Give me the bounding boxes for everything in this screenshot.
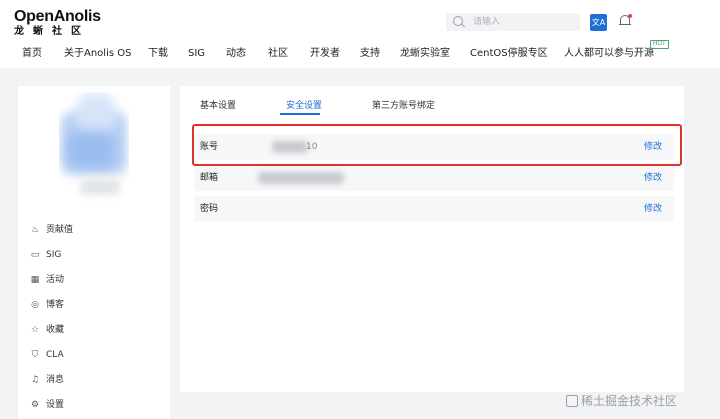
settings-tabs: 基本设置 安全设置 第三方账号绑定 bbox=[180, 86, 684, 116]
email-edit-link[interactable]: 修改 bbox=[644, 165, 662, 191]
nav-lab[interactable]: 龙蜥实验室 bbox=[400, 44, 450, 64]
tab-security-settings[interactable]: 安全设置 bbox=[286, 98, 322, 111]
calendar-icon: ▦ bbox=[30, 275, 40, 285]
watermark: 稀土掘金技术社区 bbox=[566, 392, 677, 409]
logo-text: OpenAnolis bbox=[14, 8, 101, 25]
notification-dot bbox=[628, 14, 632, 18]
nav-home[interactable]: 首页 bbox=[22, 44, 42, 64]
nav-developer[interactable]: 开发者 bbox=[310, 44, 340, 64]
tab-basic-settings[interactable]: 基本设置 bbox=[200, 98, 236, 111]
nav-community[interactable]: 社区 bbox=[268, 44, 288, 64]
sidebar-item-events[interactable]: ▦ 活动 bbox=[30, 272, 160, 288]
main-nav: 首页 关于Anolis OS 下载 SIG 动态 社区 开发者 支持 龙蜥实验室… bbox=[0, 44, 720, 64]
sidebar-item-cla[interactable]: ⛉ CLA bbox=[30, 347, 160, 363]
account-row-highlight-box bbox=[192, 124, 682, 166]
password-row: 密码 修改 bbox=[194, 196, 674, 222]
username-blurred bbox=[80, 179, 120, 195]
site-logo[interactable]: OpenAnolis 龙蜥社区 bbox=[14, 8, 101, 38]
user-sidebar: ♨ 贡献值 ▭ SIG ▦ 活动 ◎ 博客 ☆ 收藏 ⛉ CLA ♫ 消息 ⚙ bbox=[18, 86, 170, 419]
nav-support[interactable]: 支持 bbox=[360, 44, 380, 64]
search-icon bbox=[453, 16, 463, 26]
sidebar-item-favorites[interactable]: ☆ 收藏 bbox=[30, 322, 160, 338]
logo-subtitle: 龙蜥社区 bbox=[14, 26, 90, 37]
tab-third-party-binding[interactable]: 第三方账号绑定 bbox=[372, 98, 435, 111]
search-box[interactable] bbox=[446, 13, 580, 31]
nav-download[interactable]: 下载 bbox=[148, 44, 168, 64]
star-icon: ☆ bbox=[30, 325, 40, 335]
sidebar-item-contribution[interactable]: ♨ 贡献值 bbox=[30, 222, 160, 238]
juejin-logo-icon bbox=[566, 395, 578, 407]
password-label: 密码 bbox=[200, 204, 219, 214]
sidebar-item-settings[interactable]: ⚙ 设置 bbox=[30, 397, 160, 413]
hot-badge: HOT bbox=[650, 40, 669, 49]
nav-centos[interactable]: CentOS停服专区 bbox=[470, 44, 548, 64]
email-value-blurred bbox=[258, 172, 344, 184]
language-switch-button[interactable]: 文A bbox=[590, 14, 607, 31]
nav-open-source[interactable]: 人人都可以参与开源 bbox=[564, 44, 654, 64]
notification-bell-icon[interactable] bbox=[619, 14, 632, 28]
sidebar-item-messages[interactable]: ♫ 消息 bbox=[30, 372, 160, 388]
password-edit-link[interactable]: 修改 bbox=[644, 196, 662, 222]
sidebar-item-sig[interactable]: ▭ SIG bbox=[30, 247, 160, 263]
shield-check-icon: ⛉ bbox=[31, 350, 39, 360]
gear-icon: ⚙ bbox=[30, 400, 40, 410]
avatar[interactable] bbox=[59, 92, 129, 188]
sidebar-item-blog[interactable]: ◎ 博客 bbox=[30, 297, 160, 313]
sig-icon: ▭ bbox=[30, 250, 40, 260]
bell-icon: ♫ bbox=[30, 375, 40, 385]
email-row: 邮箱 修改 bbox=[194, 165, 674, 191]
search-input[interactable] bbox=[473, 15, 573, 29]
nav-news[interactable]: 动态 bbox=[226, 44, 246, 64]
blog-icon: ◎ bbox=[31, 300, 39, 310]
email-label: 邮箱 bbox=[200, 173, 219, 183]
active-tab-indicator bbox=[280, 113, 320, 115]
top-header: OpenAnolis 龙蜥社区 文A 首页 关于Anolis OS 下载 SIG… bbox=[0, 0, 720, 68]
watermark-text: 稀土掘金技术社区 bbox=[581, 394, 678, 408]
nav-about[interactable]: 关于Anolis OS bbox=[64, 44, 131, 64]
medal-icon: ♨ bbox=[30, 225, 40, 235]
nav-sig[interactable]: SIG bbox=[188, 44, 205, 64]
